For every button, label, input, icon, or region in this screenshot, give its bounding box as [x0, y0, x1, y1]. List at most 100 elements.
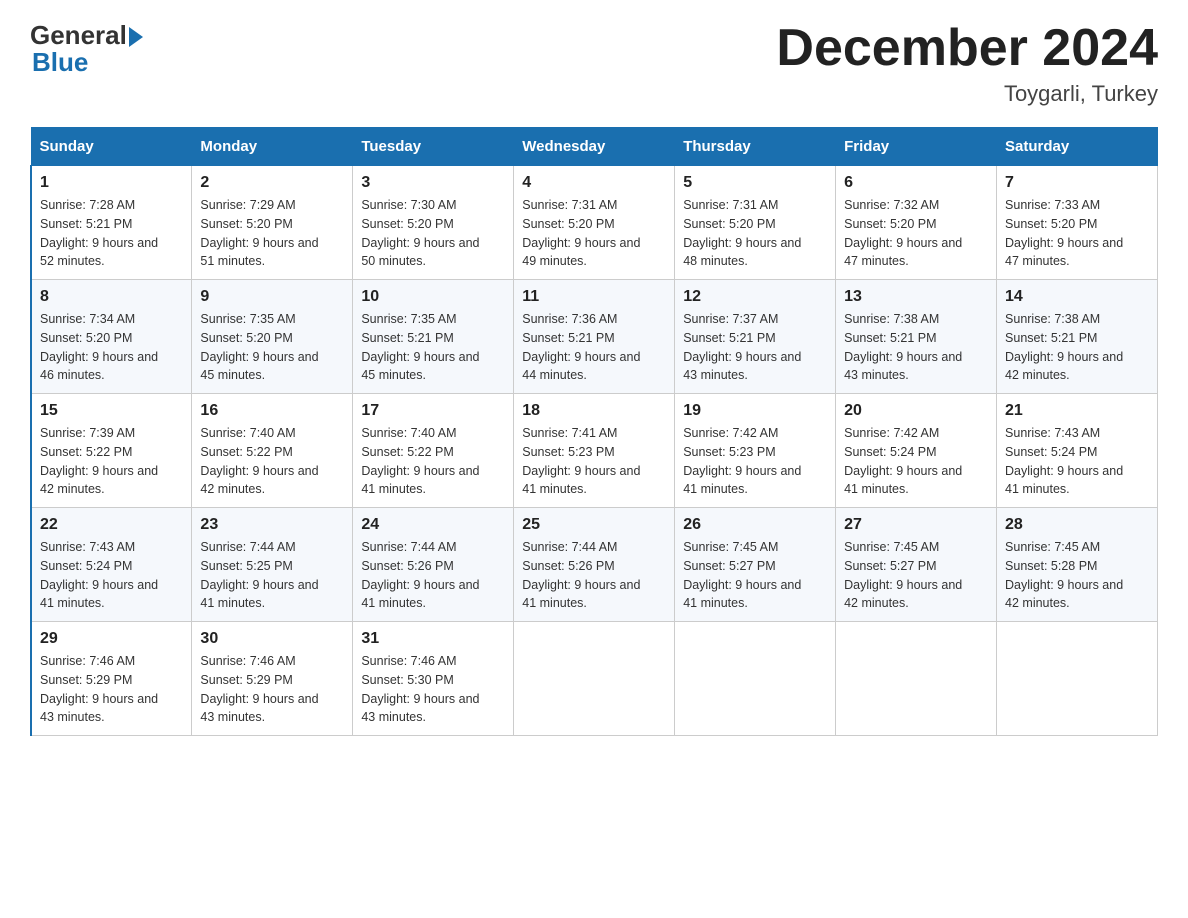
day-info: Sunrise: 7:31 AMSunset: 5:20 PMDaylight:… — [522, 196, 666, 271]
logo-arrow-icon — [129, 27, 143, 47]
day-number: 15 — [40, 402, 183, 420]
day-info: Sunrise: 7:46 AMSunset: 5:30 PMDaylight:… — [361, 652, 505, 727]
calendar-cell: 4Sunrise: 7:31 AMSunset: 5:20 PMDaylight… — [514, 166, 675, 280]
page-header: General Blue December 2024 Toygarli, Tur… — [30, 20, 1158, 107]
calendar-cell: 15 Sunrise: 7:39 AMSunset: 5:22 PMDayligh… — [31, 394, 192, 508]
day-number: 12 — [683, 288, 827, 306]
calendar-cell: 2 Sunrise: 7:29 AMSunset: 5:20 PMDaylight… — [192, 166, 353, 280]
day-info: Sunrise: 7:32 AMSunset: 5:20 PMDaylight:… — [844, 196, 988, 271]
calendar-cell: 21Sunrise: 7:43 AMSunset: 5:24 PMDayligh… — [997, 394, 1158, 508]
day-number: 2 — [200, 174, 344, 192]
calendar-week-2: 8 Sunrise: 7:34 AMSunset: 5:20 PMDaylight… — [31, 280, 1158, 394]
calendar-cell: 30 Sunrise: 7:46 AMSunset: 5:29 PMDayligh… — [192, 622, 353, 736]
day-info: Sunrise: 7:44 AMSunset: 5:26 PMDaylight:… — [522, 538, 666, 613]
day-number: 25 — [522, 516, 666, 534]
day-number: 27 — [844, 516, 988, 534]
calendar-cell: 31 Sunrise: 7:46 AMSunset: 5:30 PMDayligh… — [353, 622, 514, 736]
day-number: 16 — [200, 402, 344, 420]
day-info: Sunrise: 7:45 AMSunset: 5:27 PMDaylight:… — [683, 538, 827, 613]
day-number: 10 — [361, 288, 505, 306]
calendar-cell: 22 Sunrise: 7:43 AMSunset: 5:24 PMDayligh… — [31, 508, 192, 622]
calendar-cell: 19 Sunrise: 7:42 AMSunset: 5:23 PMDayligh… — [675, 394, 836, 508]
calendar-cell: 10 Sunrise: 7:35 AMSunset: 5:21 PMDayligh… — [353, 280, 514, 394]
day-number: 8 — [40, 288, 183, 306]
day-number: 9 — [200, 288, 344, 306]
day-number: 1 — [40, 174, 183, 192]
calendar-cell: 5 Sunrise: 7:31 AMSunset: 5:20 PMDaylight… — [675, 166, 836, 280]
day-number: 18 — [522, 402, 666, 420]
calendar-cell: 17 Sunrise: 7:40 AMSunset: 5:22 PMDayligh… — [353, 394, 514, 508]
calendar-table: SundayMondayTuesdayWednesdayThursdayFrid… — [30, 127, 1158, 736]
calendar-cell: 25 Sunrise: 7:44 AMSunset: 5:26 PMDayligh… — [514, 508, 675, 622]
calendar-cell — [675, 622, 836, 736]
day-info: Sunrise: 7:38 AMSunset: 5:21 PMDaylight:… — [1005, 310, 1149, 385]
calendar-cell: 16Sunrise: 7:40 AMSunset: 5:22 PMDayligh… — [192, 394, 353, 508]
column-header-saturday: Saturday — [997, 128, 1158, 166]
day-info: Sunrise: 7:35 AMSunset: 5:21 PMDaylight:… — [361, 310, 505, 385]
column-header-sunday: Sunday — [31, 128, 192, 166]
calendar-cell: 8 Sunrise: 7:34 AMSunset: 5:20 PMDaylight… — [31, 280, 192, 394]
title-section: December 2024 Toygarli, Turkey — [776, 20, 1158, 107]
day-info: Sunrise: 7:33 AMSunset: 5:20 PMDaylight:… — [1005, 196, 1149, 271]
month-title: December 2024 — [776, 20, 1158, 77]
day-number: 30 — [200, 630, 344, 648]
day-number: 21 — [1005, 402, 1149, 420]
location-subtitle: Toygarli, Turkey — [776, 81, 1158, 107]
calendar-cell — [836, 622, 997, 736]
logo: General Blue — [30, 20, 143, 78]
day-info: Sunrise: 7:45 AMSunset: 5:28 PMDaylight:… — [1005, 538, 1149, 613]
day-info: Sunrise: 7:40 AMSunset: 5:22 PMDaylight:… — [361, 424, 505, 499]
calendar-cell: 29 Sunrise: 7:46 AMSunset: 5:29 PMDayligh… — [31, 622, 192, 736]
calendar-week-4: 22 Sunrise: 7:43 AMSunset: 5:24 PMDayligh… — [31, 508, 1158, 622]
calendar-cell: 9 Sunrise: 7:35 AMSunset: 5:20 PMDaylight… — [192, 280, 353, 394]
day-number: 6 — [844, 174, 988, 192]
calendar-cell: 3Sunrise: 7:30 AMSunset: 5:20 PMDaylight… — [353, 166, 514, 280]
column-header-tuesday: Tuesday — [353, 128, 514, 166]
header-row: SundayMondayTuesdayWednesdayThursdayFrid… — [31, 128, 1158, 166]
calendar-cell: 27Sunrise: 7:45 AMSunset: 5:27 PMDayligh… — [836, 508, 997, 622]
calendar-cell: 12Sunrise: 7:37 AMSunset: 5:21 PMDayligh… — [675, 280, 836, 394]
day-number: 23 — [200, 516, 344, 534]
day-number: 29 — [40, 630, 183, 648]
day-number: 17 — [361, 402, 505, 420]
calendar-cell: 28Sunrise: 7:45 AMSunset: 5:28 PMDayligh… — [997, 508, 1158, 622]
day-number: 11 — [522, 288, 666, 306]
calendar-cell: 7 Sunrise: 7:33 AMSunset: 5:20 PMDaylight… — [997, 166, 1158, 280]
day-info: Sunrise: 7:31 AMSunset: 5:20 PMDaylight:… — [683, 196, 827, 271]
day-info: Sunrise: 7:46 AMSunset: 5:29 PMDaylight:… — [200, 652, 344, 727]
day-number: 7 — [1005, 174, 1149, 192]
day-info: Sunrise: 7:35 AMSunset: 5:20 PMDaylight:… — [200, 310, 344, 385]
column-header-friday: Friday — [836, 128, 997, 166]
day-info: Sunrise: 7:39 AMSunset: 5:22 PMDaylight:… — [40, 424, 183, 499]
day-number: 5 — [683, 174, 827, 192]
day-number: 3 — [361, 174, 505, 192]
day-info: Sunrise: 7:42 AMSunset: 5:24 PMDaylight:… — [844, 424, 988, 499]
day-number: 19 — [683, 402, 827, 420]
calendar-cell: 14Sunrise: 7:38 AMSunset: 5:21 PMDayligh… — [997, 280, 1158, 394]
calendar-cell: 11 Sunrise: 7:36 AMSunset: 5:21 PMDayligh… — [514, 280, 675, 394]
day-number: 31 — [361, 630, 505, 648]
day-number: 22 — [40, 516, 183, 534]
day-info: Sunrise: 7:41 AMSunset: 5:23 PMDaylight:… — [522, 424, 666, 499]
logo-blue-text: Blue — [32, 47, 88, 78]
calendar-cell — [514, 622, 675, 736]
day-info: Sunrise: 7:34 AMSunset: 5:20 PMDaylight:… — [40, 310, 183, 385]
day-number: 20 — [844, 402, 988, 420]
day-number: 13 — [844, 288, 988, 306]
calendar-cell: 1Sunrise: 7:28 AMSunset: 5:21 PMDaylight… — [31, 166, 192, 280]
calendar-cell — [997, 622, 1158, 736]
day-info: Sunrise: 7:43 AMSunset: 5:24 PMDaylight:… — [40, 538, 183, 613]
day-info: Sunrise: 7:44 AMSunset: 5:26 PMDaylight:… — [361, 538, 505, 613]
calendar-week-1: 1Sunrise: 7:28 AMSunset: 5:21 PMDaylight… — [31, 166, 1158, 280]
calendar-cell: 24Sunrise: 7:44 AMSunset: 5:26 PMDayligh… — [353, 508, 514, 622]
day-info: Sunrise: 7:46 AMSunset: 5:29 PMDaylight:… — [40, 652, 183, 727]
day-info: Sunrise: 7:42 AMSunset: 5:23 PMDaylight:… — [683, 424, 827, 499]
day-info: Sunrise: 7:44 AMSunset: 5:25 PMDaylight:… — [200, 538, 344, 613]
column-header-wednesday: Wednesday — [514, 128, 675, 166]
day-info: Sunrise: 7:29 AMSunset: 5:20 PMDaylight:… — [200, 196, 344, 271]
calendar-cell: 6 Sunrise: 7:32 AMSunset: 5:20 PMDaylight… — [836, 166, 997, 280]
column-header-monday: Monday — [192, 128, 353, 166]
calendar-cell: 23 Sunrise: 7:44 AMSunset: 5:25 PMDayligh… — [192, 508, 353, 622]
day-info: Sunrise: 7:36 AMSunset: 5:21 PMDaylight:… — [522, 310, 666, 385]
calendar-cell: 13Sunrise: 7:38 AMSunset: 5:21 PMDayligh… — [836, 280, 997, 394]
